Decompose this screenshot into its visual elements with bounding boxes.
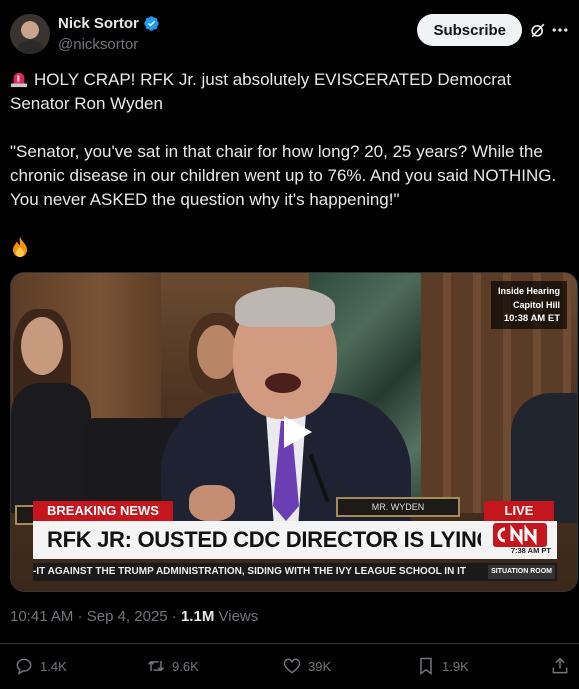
grok-icon[interactable] xyxy=(528,20,548,40)
meta-separator: · xyxy=(73,608,87,625)
meta-separator: · xyxy=(167,608,181,625)
senator-mouth xyxy=(265,373,301,393)
siren-icon xyxy=(10,72,28,88)
cnn-box: 7:38 AM PT xyxy=(481,521,557,559)
fire-icon xyxy=(13,237,27,257)
views-count: 1.1M xyxy=(180,608,215,625)
divider xyxy=(0,643,579,644)
repost-icon xyxy=(147,660,165,672)
post-time[interactable]: 10:41 AM xyxy=(10,608,73,625)
post-headline-paragraph: HOLY CRAP! RFK Jr. just absolutely EVISC… xyxy=(10,68,572,116)
action-bar: 1.4K 9.6K 39K 1.9K xyxy=(14,656,570,680)
like-count: 39K xyxy=(308,658,332,674)
senator-hair xyxy=(235,287,335,327)
avatar[interactable] xyxy=(10,14,50,54)
headline-bar: RFK JR: OUSTED CDC DIRECTOR IS LYING xyxy=(33,521,494,559)
bookmark-icon xyxy=(420,657,432,675)
verified-badge-icon xyxy=(144,16,159,31)
live-label: LIVE xyxy=(484,501,554,521)
share-icon xyxy=(552,657,568,674)
situation-room-label: SITUATION ROOM xyxy=(488,565,555,579)
play-icon[interactable] xyxy=(276,412,316,452)
post-headline: HOLY CRAP! RFK Jr. just absolutely EVISC… xyxy=(10,70,512,113)
bookmark-button[interactable]: 1.9K xyxy=(416,656,469,676)
reply-count: 1.4K xyxy=(40,658,67,674)
video-player[interactable]: MR. WYDEN Inside Hearing Capitol Hill 10… xyxy=(10,272,578,592)
author-name[interactable]: Nick Sortor xyxy=(58,15,139,32)
bug-line1: Inside Hearing xyxy=(497,286,560,296)
share-button[interactable] xyxy=(550,656,570,676)
subscribe-button[interactable]: Subscribe xyxy=(417,14,522,46)
views-label: Views xyxy=(214,608,259,625)
bug-time: 10:38 AM ET xyxy=(503,313,560,324)
person-body xyxy=(11,383,91,513)
post-meta: 10:41 AM · Sep 4, 2025 · 1.1M Views xyxy=(10,608,258,625)
repost-count: 9.6K xyxy=(172,658,199,674)
person-face xyxy=(21,317,63,375)
reply-icon xyxy=(16,658,32,676)
repost-button[interactable]: 9.6K xyxy=(146,656,199,676)
bookmark-count: 1.9K xyxy=(442,658,469,674)
author-handle[interactable]: @nicksortor xyxy=(58,36,138,53)
post-quote: "Senator, you've sat in that chair for h… xyxy=(10,142,557,209)
headline-text: RFK JR: OUSTED CDC DIRECTOR IS LYING xyxy=(47,527,494,552)
bug-line2: Capitol Hill xyxy=(513,300,560,310)
post-date[interactable]: Sep 4, 2025 xyxy=(87,608,168,625)
heart-icon xyxy=(283,658,301,674)
breaking-news-label: BREAKING NEWS xyxy=(33,501,173,521)
like-button[interactable]: 39K xyxy=(282,656,331,676)
news-ticker: -IT AGAINST THE TRUMP ADMINISTRATION, SI… xyxy=(33,563,557,581)
cnn-logo-icon xyxy=(493,523,547,547)
author-name-row[interactable]: Nick Sortor xyxy=(58,15,160,32)
more-icon[interactable] xyxy=(550,20,570,40)
cnn-time: 7:38 AM PT xyxy=(510,546,551,555)
reply-button[interactable]: 1.4K xyxy=(14,656,67,676)
post-header: Nick Sortor @nicksortor Subscribe xyxy=(10,12,570,56)
channel-bug: Inside Hearing Capitol Hill 10:38 AM ET xyxy=(490,281,567,329)
post-text: HOLY CRAP! RFK Jr. just absolutely EVISC… xyxy=(10,68,572,265)
lower-third: BREAKING NEWS LIVE RFK JR: OUSTED CDC DI… xyxy=(11,501,577,591)
aide-face xyxy=(197,325,237,379)
ticker-text: -IT AGAINST THE TRUMP ADMINISTRATION, SI… xyxy=(33,566,466,577)
